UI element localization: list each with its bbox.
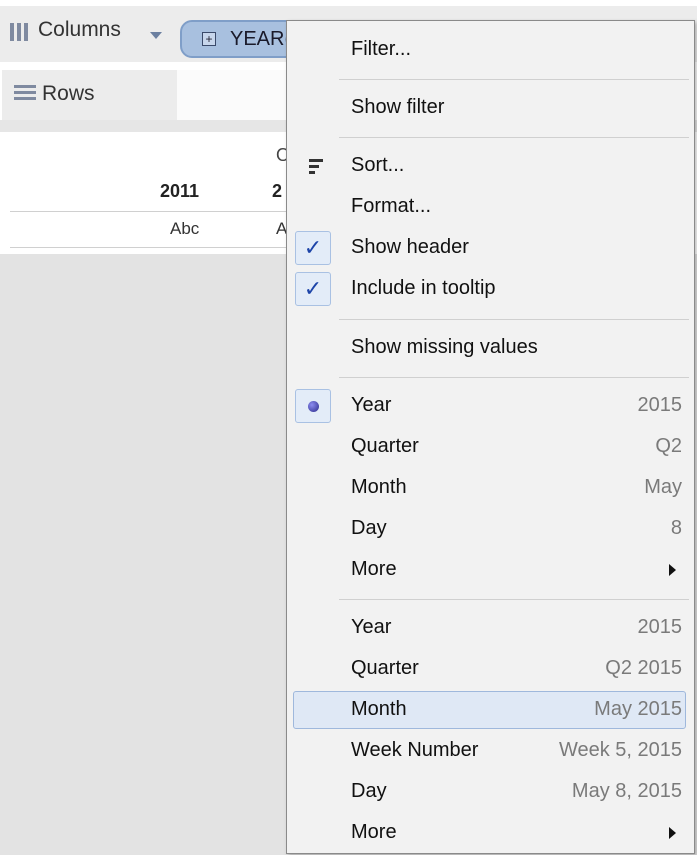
sort-icon — [309, 159, 325, 175]
submenu-arrow-icon — [669, 827, 676, 839]
menu-item-continuous-month[interactable]: Month May 2015 — [289, 691, 692, 729]
menu-item-continuous-day[interactable]: Day May 8, 2015 — [289, 773, 692, 811]
expand-plus-icon[interactable]: + — [202, 32, 216, 46]
columns-icon — [10, 19, 32, 41]
rows-shelf-label: Rows — [14, 82, 95, 106]
menu-item-include-in-tooltip[interactable]: ✓ Include in tooltip — [289, 270, 692, 308]
menu-item-format[interactable]: Format... — [289, 188, 692, 226]
menu-separator — [339, 599, 689, 600]
menu-item-discrete-quarter[interactable]: Quarter Q2 — [289, 428, 692, 466]
pill-context-menu: Filter... Show filter Sort... Format... … — [286, 20, 695, 854]
menu-separator — [339, 319, 689, 320]
menu-item-label: Week Number — [351, 739, 479, 761]
radio-selected-icon — [295, 389, 331, 423]
menu-item-value: Q2 2015 — [605, 657, 682, 679]
menu-item-sort[interactable]: Sort... — [289, 147, 692, 185]
row-divider — [10, 247, 288, 248]
menu-item-filter[interactable]: Filter... — [289, 31, 692, 69]
menu-item-label: Quarter — [351, 657, 419, 679]
menu-item-label: Quarter — [351, 435, 419, 457]
menu-item-continuous-quarter[interactable]: Quarter Q2 2015 — [289, 650, 692, 688]
menu-item-continuous-year[interactable]: Year 2015 — [289, 609, 692, 647]
chevron-down-icon[interactable] — [150, 32, 162, 39]
menu-item-label: More — [351, 558, 397, 580]
menu-item-continuous-more[interactable]: More — [289, 814, 692, 852]
columns-label-text: Columns — [38, 18, 121, 41]
menu-item-label: Show filter — [351, 96, 445, 118]
menu-item-label: Month — [351, 698, 407, 720]
checkmark-icon: ✓ — [295, 231, 331, 265]
menu-item-label: Day — [351, 517, 387, 539]
menu-item-discrete-day[interactable]: Day 8 — [289, 510, 692, 548]
submenu-arrow-icon — [669, 564, 676, 576]
menu-item-show-filter[interactable]: Show filter — [289, 89, 692, 127]
menu-item-label: Year — [351, 616, 392, 638]
menu-item-label: Filter... — [351, 38, 412, 60]
menu-item-show-header[interactable]: ✓ Show header — [289, 229, 692, 267]
menu-item-value: Q2 — [655, 435, 682, 457]
menu-item-label: Show header — [351, 236, 469, 258]
rows-icon — [14, 85, 36, 103]
menu-item-value: May 8, 2015 — [571, 780, 682, 802]
rows-shelf-label-box: Rows — [2, 70, 177, 120]
menu-separator — [339, 137, 689, 138]
menu-item-label: Month — [351, 476, 407, 498]
table-cell-partial: A — [276, 219, 286, 238]
menu-item-value: May — [644, 476, 682, 498]
menu-item-label: Format... — [351, 195, 432, 217]
menu-item-continuous-week-number[interactable]: Week Number Week 5, 2015 — [289, 732, 692, 770]
column-header-partial[interactable]: 2 — [272, 181, 286, 202]
column-header-2011[interactable]: 2011 — [160, 181, 199, 202]
menu-item-discrete-month[interactable]: Month May — [289, 469, 692, 507]
menu-item-show-missing-values[interactable]: Show missing values — [289, 329, 692, 367]
columns-shelf-label: Columns — [10, 18, 121, 42]
menu-item-label: More — [351, 821, 397, 843]
menu-item-discrete-year[interactable]: Year 2015 — [289, 387, 692, 425]
menu-item-label: Show missing values — [351, 336, 538, 358]
menu-item-value: Week 5, 2015 — [558, 739, 682, 761]
menu-separator — [339, 79, 689, 80]
checkmark-icon: ✓ — [295, 272, 331, 306]
menu-item-label: Day — [351, 780, 387, 802]
menu-item-value: May 2015 — [594, 698, 682, 720]
menu-item-label: Include in tooltip — [351, 277, 496, 299]
rows-label-text: Rows — [42, 82, 95, 105]
menu-item-label: Year — [351, 394, 392, 416]
field-header-partial: O — [276, 145, 286, 165]
menu-item-value: 2015 — [637, 616, 683, 638]
menu-item-discrete-more[interactable]: More — [289, 551, 692, 589]
menu-item-label: Sort... — [351, 154, 405, 176]
header-divider — [10, 211, 288, 212]
menu-item-value: 8 — [670, 517, 682, 539]
table-cell: Abc — [170, 219, 200, 238]
menu-item-value: 2015 — [637, 394, 683, 416]
menu-separator — [339, 377, 689, 378]
